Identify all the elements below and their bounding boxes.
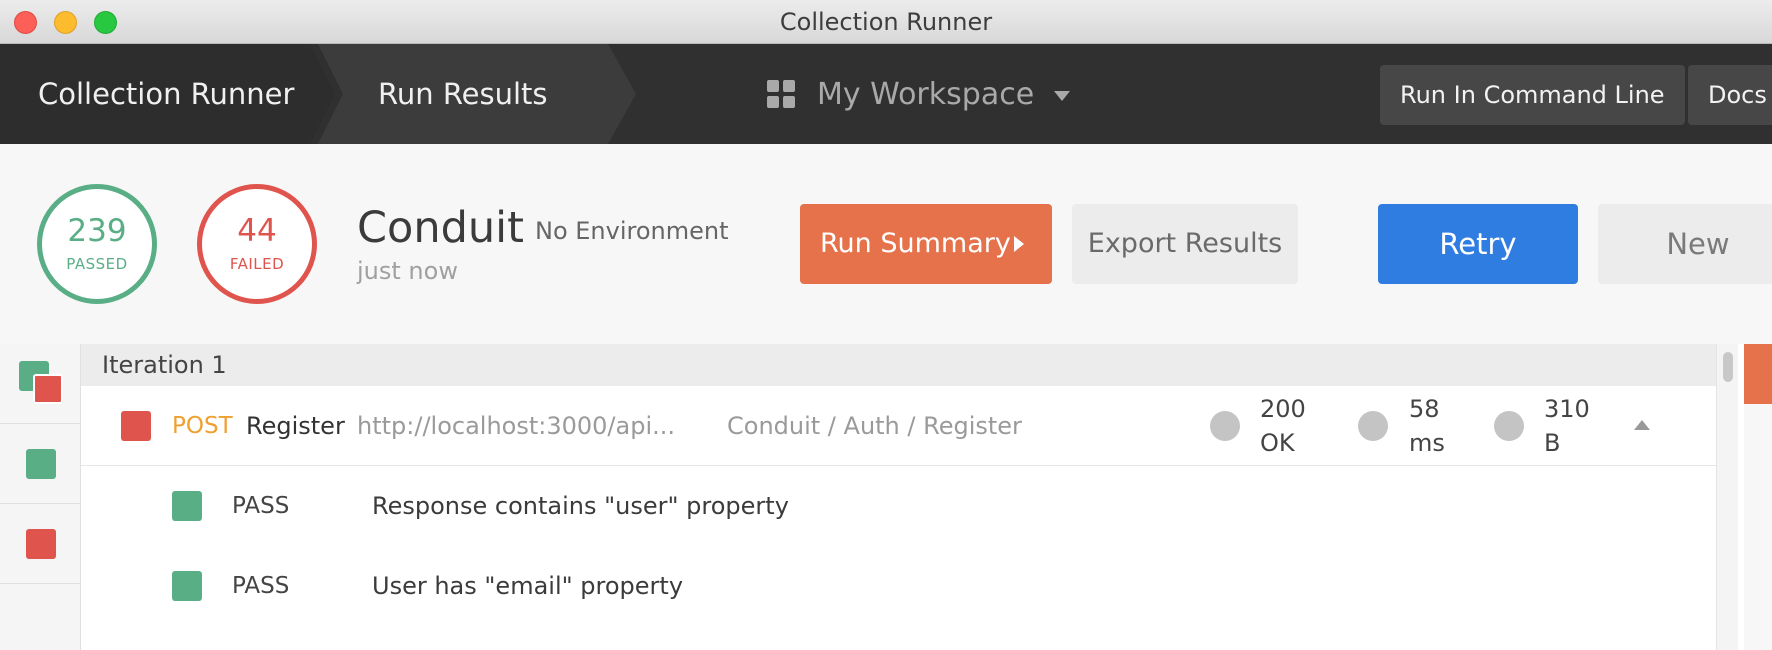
retry-button[interactable]: Retry — [1378, 204, 1578, 284]
pass-status-icon — [172, 491, 202, 521]
chevron-down-icon — [1054, 90, 1071, 101]
response-time: 58 ms — [1409, 392, 1445, 460]
rail-item-fail[interactable] — [0, 504, 81, 584]
new-button[interactable]: New — [1598, 204, 1772, 284]
window-titlebar: Collection Runner — [0, 0, 1772, 44]
passed-count: 239 — [67, 213, 127, 249]
collection-name: Conduit — [357, 203, 524, 253]
response-status: 200 OK — [1260, 392, 1306, 460]
breadcrumb-run-results[interactable]: Run Results — [318, 44, 636, 144]
collapse-chevron-up-icon[interactable] — [1634, 420, 1650, 430]
request-url: http://localhost:3000/api... — [357, 412, 675, 440]
size-unit: B — [1544, 429, 1561, 457]
status-code: 200 — [1260, 395, 1306, 423]
test-name: User has "email" property — [372, 572, 684, 600]
test-status: PASS — [232, 493, 290, 519]
response-time-icon — [1358, 411, 1388, 441]
fail-status-icon — [121, 411, 151, 441]
failed-count: 44 — [237, 213, 277, 249]
pass-status-icon — [172, 571, 202, 601]
results-list: Iteration 1 POST Register http://localho… — [0, 344, 1772, 650]
test-result-row: PASS Response contains "user" property — [81, 466, 1716, 546]
test-status: PASS — [232, 573, 290, 599]
passed-counter: 239 PASSED — [37, 184, 157, 304]
response-size-icon — [1494, 411, 1524, 441]
pass-indicator-icon — [26, 449, 56, 479]
iteration-label: Iteration 1 — [102, 351, 227, 379]
run-summary-label: Run Summary — [820, 228, 1011, 259]
request-name: Register — [246, 412, 345, 440]
test-result-row: PASS User has "email" property — [81, 546, 1716, 626]
play-icon — [1014, 236, 1024, 252]
request-row[interactable]: POST Register http://localhost:3000/api.… — [81, 386, 1716, 466]
side-panel — [1744, 344, 1772, 650]
fail-indicator-icon — [33, 374, 63, 404]
size-value: 310 — [1544, 395, 1590, 423]
workspace-switcher[interactable]: My Workspace — [767, 44, 1071, 144]
breadcrumb-collection-runner[interactable]: Collection Runner — [0, 44, 335, 144]
request-path: Conduit / Auth / Register — [727, 412, 1022, 440]
response-size: 310 B — [1544, 392, 1590, 460]
request-method: POST — [172, 413, 233, 439]
environment-label: No Environment — [535, 217, 729, 245]
run-summary-panel: 239 PASSED 44 FAILED Conduit No Environm… — [0, 144, 1772, 344]
window-title: Collection Runner — [779, 8, 993, 36]
failed-counter: 44 FAILED — [197, 184, 317, 304]
run-time: just now — [357, 257, 458, 285]
time-unit: ms — [1409, 429, 1445, 457]
workspace-grid-icon — [767, 80, 795, 108]
workspace-name: My Workspace — [817, 76, 1035, 112]
nav-bar: Collection Runner Run Results My Workspa… — [0, 44, 1772, 144]
iteration-rail — [0, 344, 81, 650]
iteration-header[interactable]: Iteration 1 — [81, 344, 1716, 386]
time-value: 58 — [1409, 395, 1440, 423]
run-summary-button[interactable]: Run Summary — [800, 204, 1052, 284]
results-scrollbar[interactable] — [1716, 344, 1738, 650]
test-name: Response contains "user" property — [372, 492, 789, 520]
passed-label: PASSED — [66, 255, 128, 273]
docs-button[interactable]: Docs — [1688, 65, 1772, 125]
run-in-command-line-button[interactable]: Run In Command Line — [1380, 65, 1685, 125]
rail-item-iteration-1[interactable] — [0, 344, 81, 424]
failed-label: FAILED — [229, 255, 285, 273]
status-code-icon — [1210, 411, 1240, 441]
scrollbar-thumb[interactable] — [1723, 352, 1733, 382]
status-text: OK — [1260, 429, 1295, 457]
side-panel-tab[interactable] — [1744, 344, 1772, 404]
fail-indicator-icon — [26, 529, 56, 559]
rail-item-pass[interactable] — [0, 424, 81, 504]
export-results-button[interactable]: Export Results — [1072, 204, 1298, 284]
